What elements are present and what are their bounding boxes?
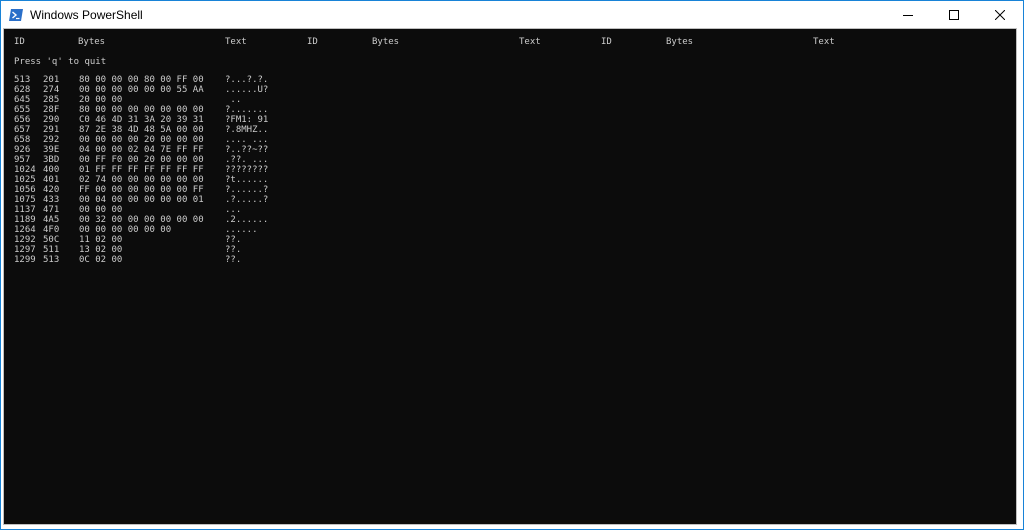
row-hex-id: 292: [43, 135, 60, 145]
header-text-3: Text: [813, 37, 835, 47]
row-bytes: 11 02 00: [79, 235, 123, 245]
row-bytes: C0 46 4D 31 3A 20 39 31: [79, 115, 204, 125]
row-id: 1264: [14, 225, 36, 235]
row-text: .... ...: [225, 135, 269, 145]
row-hex-id: 513: [43, 255, 60, 265]
title-bar[interactable]: Windows PowerShell: [1, 1, 1023, 28]
header-text-2: Text: [519, 37, 541, 47]
row-text: ......: [225, 225, 258, 235]
window-title: Windows PowerShell: [30, 7, 143, 22]
row-bytes: 00 04 00 00 00 00 00 01: [79, 195, 204, 205]
row-text: ?...?.?.: [225, 75, 269, 85]
row-bytes: 00 00 00: [79, 205, 123, 215]
row-bytes: 00 FF F0 00 20 00 00 00: [79, 155, 204, 165]
row-bytes: 02 74 00 00 00 00 00 00: [79, 175, 204, 185]
close-button[interactable]: [977, 1, 1023, 28]
row-hex-id: 400: [43, 165, 60, 175]
row-text: ?.8MHZ..: [225, 125, 269, 135]
row-bytes: 80 00 00 00 80 00 FF 00: [79, 75, 204, 85]
row-text: ?FM1: 91: [225, 115, 269, 125]
row-text: ????????: [225, 165, 269, 175]
row-text: ??.: [225, 245, 242, 255]
row-text: ?..??~??: [225, 145, 269, 155]
row-id: 1292: [14, 235, 36, 245]
row-hex-id: 3BD: [43, 155, 60, 165]
row-hex-id: 420: [43, 185, 60, 195]
maximize-icon: [949, 9, 959, 20]
row-text: ?t......: [225, 175, 269, 185]
header-bytes-3: Bytes: [666, 37, 694, 47]
row-hex-id: 401: [43, 175, 60, 185]
row-id: 655: [14, 105, 31, 115]
minimize-button[interactable]: [885, 1, 931, 28]
row-id: 1056: [14, 185, 36, 195]
row-bytes: 13 02 00: [79, 245, 123, 255]
maximize-button[interactable]: [931, 1, 977, 28]
row-id: 957: [14, 155, 31, 165]
header-text-1: Text: [225, 37, 247, 47]
window-controls: [885, 1, 1023, 28]
row-hex-id: 39E: [43, 145, 60, 155]
row-hex-id: 201: [43, 75, 60, 85]
row-id: 656: [14, 115, 31, 125]
row-id: 1025: [14, 175, 36, 185]
row-hex-id: 28F: [43, 105, 60, 115]
row-id: 658: [14, 135, 31, 145]
row-id: 1297: [14, 245, 36, 255]
row-bytes: 01 FF FF FF FF FF FF FF: [79, 165, 204, 175]
row-id: 926: [14, 145, 31, 155]
row-id: 513: [14, 75, 31, 85]
minimize-icon: [903, 14, 913, 16]
row-bytes: 04 00 00 02 04 7E FF FF: [79, 145, 204, 155]
quit-prompt: Press 'q' to quit: [14, 57, 107, 67]
row-bytes: 87 2E 38 4D 48 5A 00 00: [79, 125, 204, 135]
row-bytes: 0C 02 00: [79, 255, 123, 265]
row-bytes: 20 00 00: [79, 95, 123, 105]
row-text: .??. ...: [225, 155, 269, 165]
row-hex-id: 290: [43, 115, 60, 125]
row-hex-id: 4A5: [43, 215, 60, 225]
row-id: 1075: [14, 195, 36, 205]
header-id-3: ID: [601, 37, 612, 47]
row-text: .?.....?: [225, 195, 269, 205]
row-bytes: 00 00 00 00 00 00 55 AA: [79, 85, 204, 95]
row-text: ??.: [225, 255, 242, 265]
row-id: 1024: [14, 165, 36, 175]
header-bytes-2: Bytes: [372, 37, 400, 47]
powershell-icon: [9, 8, 23, 21]
console-scrollbar[interactable]: [1017, 28, 1022, 525]
header-bytes-1: Bytes: [78, 37, 106, 47]
row-hex-id: 511: [43, 245, 60, 255]
row-hex-id: 433: [43, 195, 60, 205]
console-output[interactable]: ID Bytes Text ID Bytes Text ID Bytes Tex…: [3, 28, 1017, 525]
header-id-2: ID: [307, 37, 318, 47]
row-bytes: 00 00 00 00 00 00: [79, 225, 172, 235]
row-hex-id: 291: [43, 125, 60, 135]
row-text: ?.......: [225, 105, 269, 115]
header-id-1: ID: [14, 37, 25, 47]
row-text: .2......: [225, 215, 269, 225]
row-id: 1299: [14, 255, 36, 265]
row-bytes: 00 00 00 00 20 00 00 00: [79, 135, 204, 145]
row-hex-id: 285: [43, 95, 60, 105]
row-id: 1189: [14, 215, 36, 225]
row-id: 1137: [14, 205, 36, 215]
row-id: 645: [14, 95, 31, 105]
row-hex-id: 50C: [43, 235, 60, 245]
close-icon: [995, 9, 1005, 20]
row-bytes: 00 32 00 00 00 00 00 00: [79, 215, 204, 225]
row-hex-id: 274: [43, 85, 60, 95]
row-bytes: FF 00 00 00 00 00 00 FF: [79, 185, 204, 195]
row-id: 628: [14, 85, 31, 95]
row-id: 657: [14, 125, 31, 135]
row-hex-id: 471: [43, 205, 60, 215]
row-text: ...: [225, 205, 242, 215]
row-text: ..: [225, 95, 242, 105]
powershell-window: Windows PowerShell ID Bytes Text ID Byte…: [0, 0, 1024, 530]
row-hex-id: 4F0: [43, 225, 60, 235]
row-bytes: 80 00 00 00 00 00 00 00: [79, 105, 204, 115]
row-text: ??.: [225, 235, 242, 245]
row-text: ?......?: [225, 185, 269, 195]
row-text: ......U?: [225, 85, 269, 95]
